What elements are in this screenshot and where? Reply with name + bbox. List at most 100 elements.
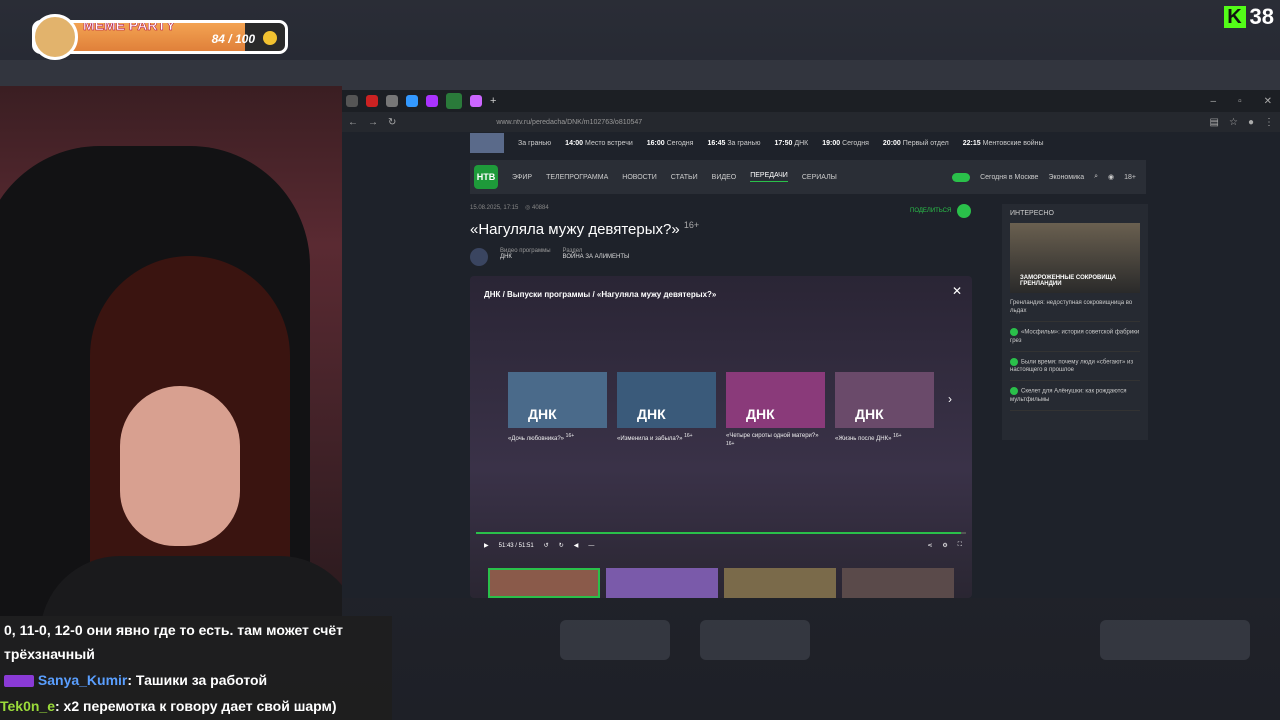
- tab-icon[interactable]: [386, 95, 398, 107]
- related-thumb[interactable]: [488, 568, 600, 598]
- sidebar-item[interactable]: Гренландия: недоступная сокровищница во …: [1010, 299, 1140, 322]
- section-link[interactable]: Раздел ВОЙНА ЗА АЛИМЕНТЫ: [563, 248, 630, 266]
- sidebar-item[interactable]: Были время: почему люди «сбегают» из нас…: [1010, 357, 1140, 382]
- related-thumb[interactable]: [842, 568, 954, 598]
- tab-icon[interactable]: [366, 95, 378, 107]
- related-thumbs: [488, 568, 954, 598]
- gear-icon[interactable]: ⚙: [942, 542, 947, 549]
- episode-card[interactable]: ДНК «Четыре сироты одной матери?» 16+: [726, 372, 825, 451]
- schedule-item[interactable]: 22:15 Ментовские войны: [963, 140, 1044, 147]
- nav-item[interactable]: ВИДЕО: [712, 174, 737, 181]
- nav-item[interactable]: НОВОСТИ: [622, 174, 657, 181]
- schedule-item[interactable]: 16:00 Сегодня: [647, 140, 694, 147]
- dnk-avatar[interactable]: [470, 248, 488, 266]
- episode-title: «Жизнь после ДНК»: [835, 436, 892, 442]
- schedule-item[interactable]: 19:00 Сегодня: [822, 140, 869, 147]
- schedule-item[interactable]: 17:50 ДНК: [774, 140, 808, 147]
- sidebar-feature-image[interactable]: ЗАМОРОЖЕННЫЕ СОКРОВИЩА ГРЕНЛАНДИИ: [1010, 223, 1140, 293]
- forward-icon[interactable]: →: [368, 117, 378, 128]
- address-bar: ← → ↻ www.ntv.ru/peredacha/DNK/m102763/o…: [342, 112, 1280, 132]
- play-icon[interactable]: ▶: [484, 542, 489, 549]
- url-field[interactable]: www.ntv.ru/peredacha/DNK/m102763/o810547: [496, 119, 642, 126]
- viewer-count: 38: [1249, 4, 1274, 29]
- sidebar-item-text: Скелет для Алёнушки: как рождаются мульт…: [1010, 388, 1127, 403]
- new-tab-button[interactable]: +: [490, 95, 496, 107]
- schedule-title: Ментовские войны: [982, 139, 1044, 147]
- episode-title: «Дочь любовника?»: [508, 436, 564, 442]
- forward-icon[interactable]: ↻: [559, 542, 564, 549]
- view-count: 40884: [531, 205, 549, 211]
- share-button[interactable]: ПОДЕЛИТЬСЯ: [910, 204, 972, 218]
- related-thumb[interactable]: [724, 568, 836, 598]
- schedule-time: 14:00: [565, 139, 584, 147]
- episode-thumb: ДНК: [835, 372, 934, 428]
- related-thumb[interactable]: [606, 568, 718, 598]
- rewind-icon[interactable]: ↺: [544, 542, 549, 549]
- chat-text: трёхзначный: [4, 646, 95, 662]
- program-link[interactable]: Видео программы ДНК: [500, 248, 551, 266]
- video-player[interactable]: ДНК / Выпуски программы / «Нагуляла мужу…: [470, 276, 972, 598]
- nav-item[interactable]: СТАТЬИ: [671, 174, 698, 181]
- eye-icon: ◎: [525, 205, 531, 211]
- schedule-item[interactable]: 14:00 Место встречи: [565, 140, 633, 147]
- tab-icon[interactable]: [470, 95, 482, 107]
- episode-age: 16+: [893, 433, 902, 439]
- background-block: [700, 620, 810, 660]
- tab-icon[interactable]: [346, 95, 358, 107]
- episode-card[interactable]: ДНК «Жизнь после ДНК» 16+: [835, 372, 934, 451]
- menu-icon[interactable]: ⋮: [1264, 117, 1274, 128]
- close-icon[interactable]: ✕: [952, 284, 962, 298]
- schedule-item[interactable]: 20:00 Первый отдел: [883, 140, 949, 147]
- episode-title: «Изменила и забыла?»: [617, 436, 683, 442]
- link-moscow[interactable]: Сегодня в Москве: [980, 174, 1038, 181]
- schedule-item[interactable]: 16:45 За гранью: [707, 140, 760, 147]
- sidebar-item-text: Были время: почему люди «сбегают» из нас…: [1010, 359, 1134, 374]
- share-icon[interactable]: ⋖: [927, 542, 932, 549]
- interesting-sidebar: ИНТЕРЕСНО ЗАМОРОЖЕННЫЕ СОКРОВИЩА ГРЕНЛАН…: [1002, 204, 1148, 440]
- schedule-time: 19:00: [822, 139, 841, 147]
- tab-icon[interactable]: [426, 95, 438, 107]
- minimize-icon[interactable]: –: [1211, 96, 1217, 107]
- close-icon[interactable]: ✕: [1264, 96, 1272, 107]
- seek-bar[interactable]: [476, 532, 966, 534]
- bookmark-icon[interactable]: ☆: [1229, 117, 1238, 128]
- sidebar-item[interactable]: Скелет для Алёнушки: как рождаются мульт…: [1010, 387, 1140, 411]
- nav-item[interactable]: ТЕЛЕПРОГРАММА: [546, 174, 608, 181]
- theme-toggle[interactable]: [952, 172, 971, 182]
- schedule-title: Сегодня: [666, 139, 694, 147]
- article-meta: 15.08.2025, 17:15 ◎ 40884: [470, 204, 549, 211]
- feature-caption: ЗАМОРОЖЕННЫЕ СОКРОВИЩА ГРЕНЛАНДИИ: [1020, 275, 1117, 287]
- share-label: ПОДЕЛИТЬСЯ: [910, 208, 952, 214]
- tab-icon[interactable]: [406, 95, 418, 107]
- chevron-right-icon[interactable]: ›: [948, 392, 952, 406]
- search-icon[interactable]: ⌕: [1094, 173, 1098, 181]
- sidebar-item[interactable]: «Мосфильм»: история советской фабрики гр…: [1010, 328, 1140, 352]
- volume-icon[interactable]: ◀: [574, 542, 579, 549]
- extension-icon[interactable]: ●: [1248, 117, 1254, 128]
- user-icon[interactable]: ◉: [1108, 173, 1114, 181]
- schedule-title: Место встречи: [585, 139, 633, 147]
- link-economy[interactable]: Экономика: [1048, 174, 1084, 181]
- meme-title: MEME PARTY: [83, 20, 176, 33]
- kick-viewers: K 38: [1223, 4, 1274, 30]
- chat-username: Tek0n_e: [0, 698, 55, 714]
- volume-slider[interactable]: —: [588, 543, 594, 549]
- back-icon[interactable]: ←: [348, 117, 358, 128]
- reader-icon[interactable]: ▤: [1210, 117, 1219, 128]
- schedule-item[interactable]: За гранью: [518, 140, 551, 147]
- fullscreen-icon[interactable]: ⛶: [958, 542, 962, 549]
- episode-card[interactable]: ДНК «Дочь любовника?» 16+: [508, 372, 607, 451]
- episode-card[interactable]: ДНК «Изменила и забыла?» 16+: [617, 372, 716, 451]
- reload-icon[interactable]: ↻: [388, 117, 396, 128]
- nav-item-active[interactable]: ПЕРЕДАЧИ: [750, 172, 788, 182]
- badge-icon: [4, 675, 34, 688]
- nav-item[interactable]: СЕРИАЛЫ: [802, 174, 837, 181]
- schedule-thumb[interactable]: [470, 133, 504, 153]
- player-breadcrumb: ДНК / Выпуски программы / «Нагуляла мужу…: [484, 290, 717, 299]
- program-value: ДНК: [500, 254, 512, 260]
- ntv-logo[interactable]: НТВ: [474, 165, 498, 189]
- nav-item[interactable]: ЭФИР: [512, 174, 532, 181]
- tab-active-ntv[interactable]: [446, 93, 462, 109]
- schedule-time: 16:00: [646, 139, 665, 147]
- maximize-icon[interactable]: ▫: [1238, 96, 1242, 107]
